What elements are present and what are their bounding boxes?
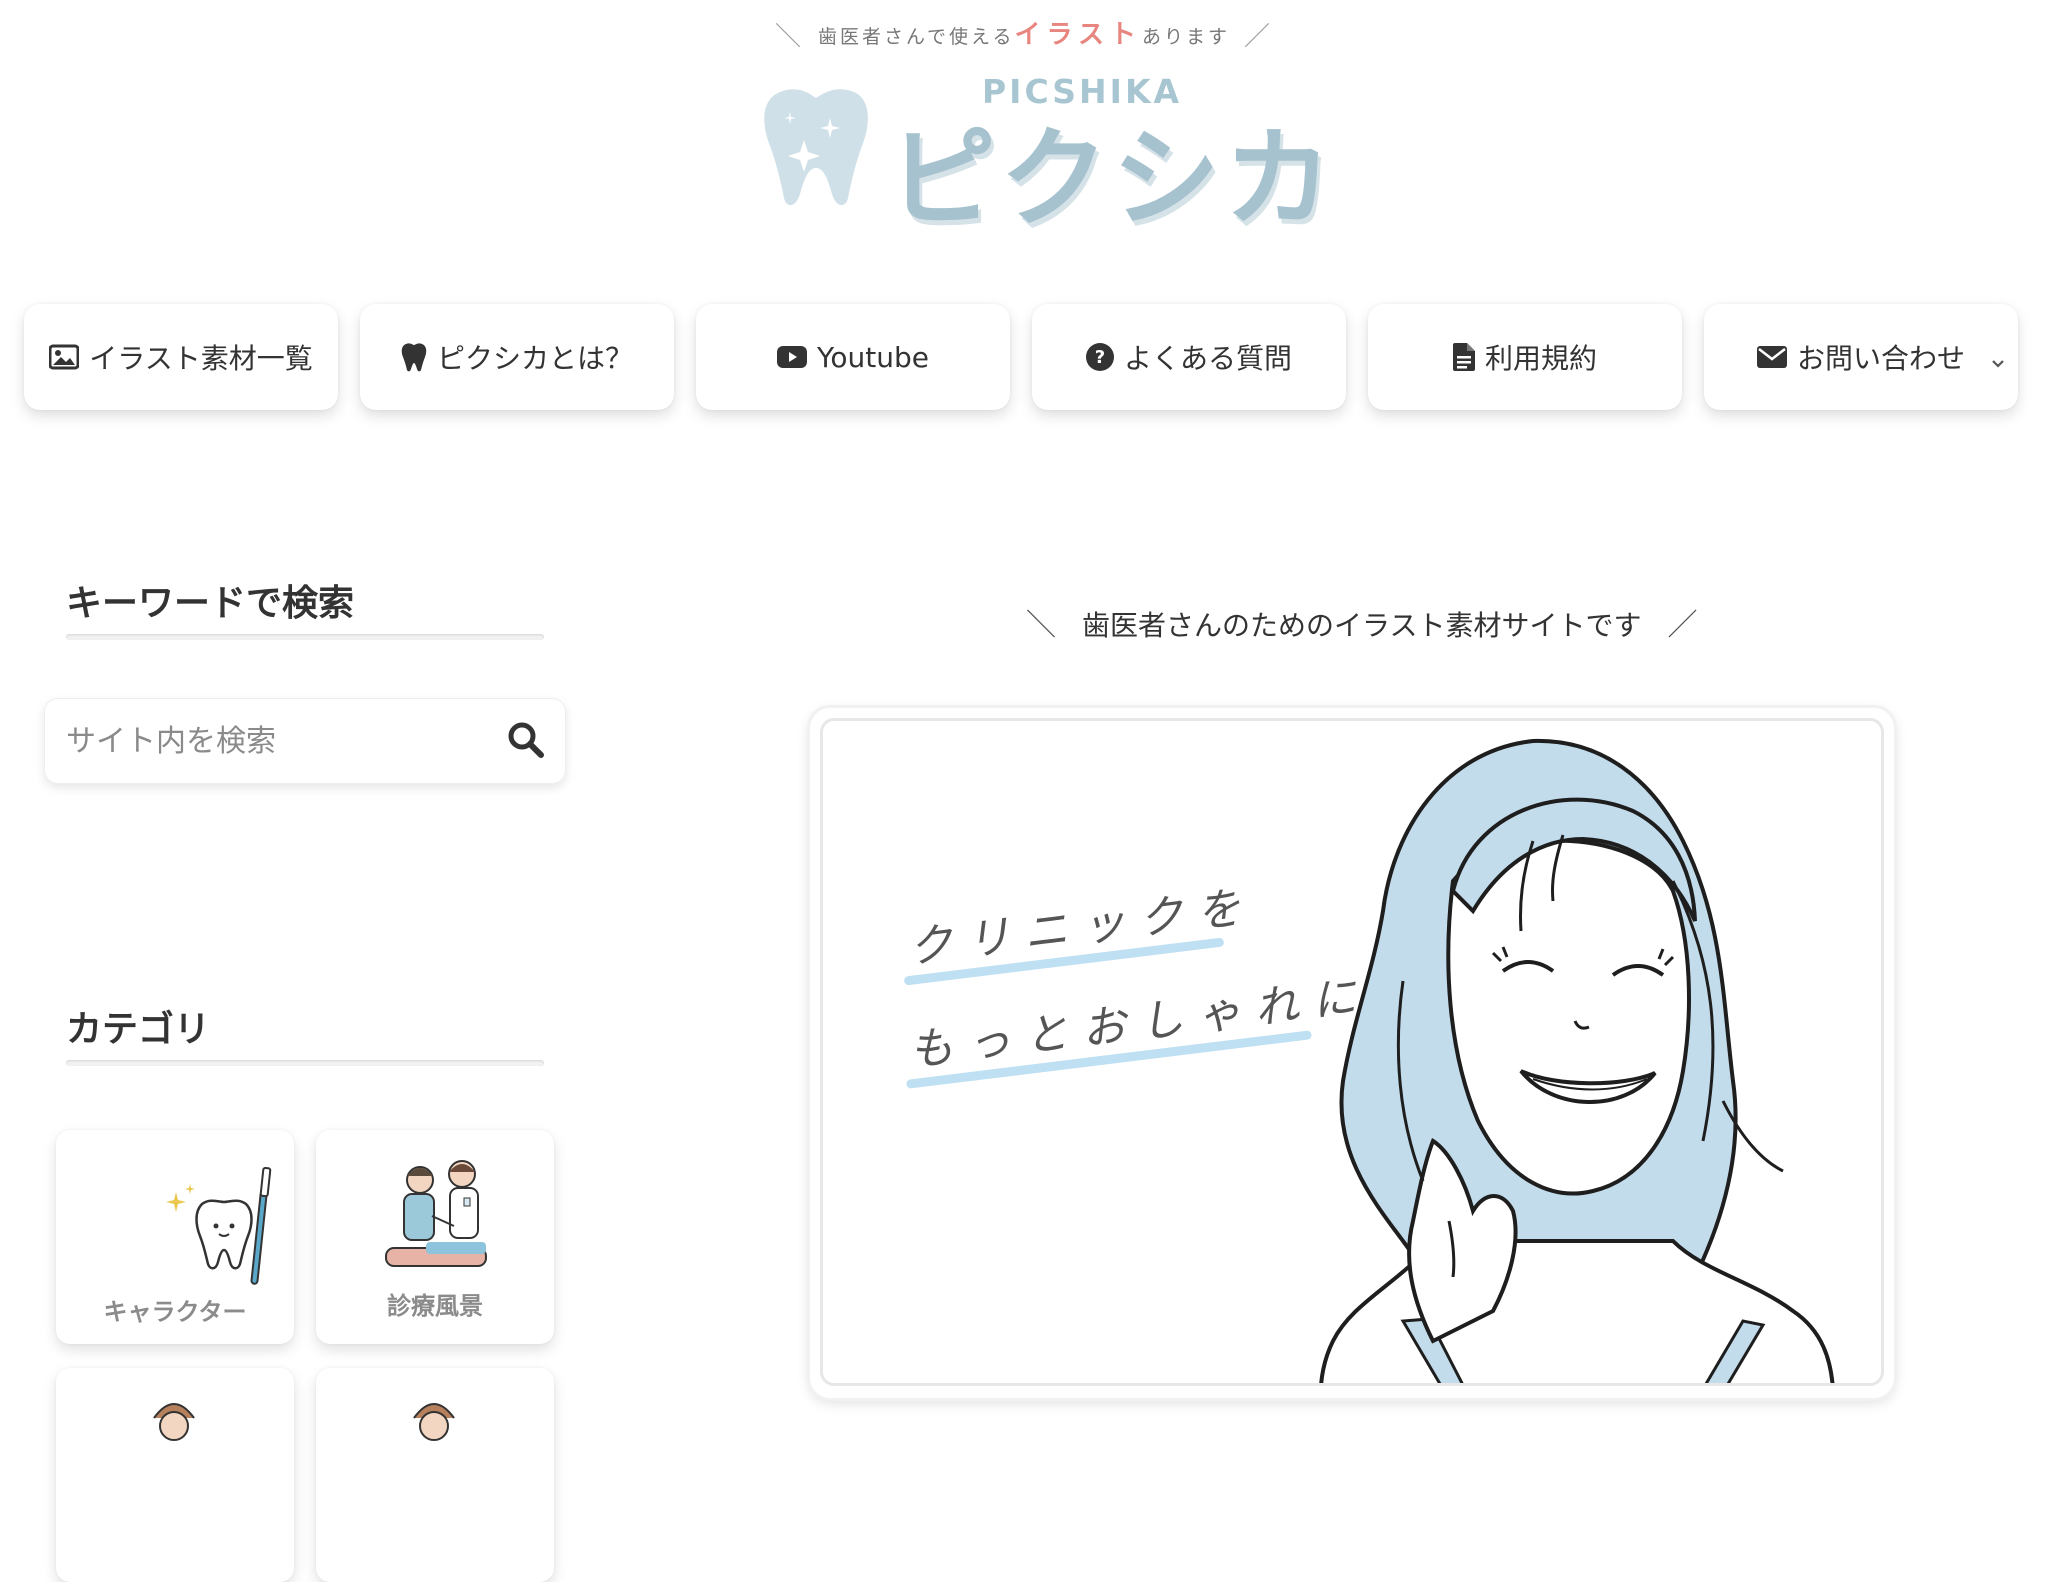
nav-item-illustrations[interactable]: イラスト素材一覧 [24,304,338,410]
nav-item-youtube[interactable]: Youtube [696,304,1010,410]
search-form [44,698,566,784]
lead-text: 歯医者さんのためのイラスト素材サイトです [1082,609,1642,642]
lead-slash-left: ＼ [1026,608,1056,643]
nav-item-label: よくある質問 [1123,342,1292,375]
question-circle-icon: ? [1085,343,1114,371]
nav-item-label: 利用規約 [1484,342,1597,375]
search-button[interactable] [506,720,550,764]
category-card-4[interactable] [316,1368,554,1582]
category-widget-divider [66,1060,544,1066]
lead-slash-right: ／ [1667,608,1698,643]
nav-item-label: ピクシカとは？ [436,342,633,375]
site-tagline: ＼ 歯医者さんで使えるイラストあります ／ [0,14,2048,53]
envelope-icon [1756,346,1787,368]
chevron-down-icon[interactable] [1990,344,2006,377]
person-illustration [413,1403,455,1441]
tooth-logo-icon [764,89,868,206]
category-card-character[interactable]: キャラクター [56,1130,294,1344]
category-widget-title: カテゴリ [66,1009,211,1050]
nav-item-contact[interactable]: お問い合わせ [1704,304,2018,410]
search-input[interactable] [64,712,488,770]
nav-item-label: Youtube [817,340,929,374]
search-widget-title: キーワードで検索 [66,583,355,624]
tooth-icon [401,342,427,372]
tagline-slash-right: ／ [1243,22,1273,52]
tagline-suffix: あります [1141,26,1230,48]
document-icon [1452,343,1475,371]
nav-item-label: イラスト素材一覧 [89,342,313,375]
tagline-accent: イラスト [1014,20,1142,50]
nav-item-terms[interactable]: 利用規約 [1368,304,1682,410]
tooth-character-illustration [166,1166,272,1285]
clinic-scene-illustration [385,1160,487,1267]
category-label: キャラクター [103,1298,247,1326]
logo-title: ピクシカ [888,117,1337,242]
site-logo[interactable]: PICSHIKA ピクシカ [760,64,1332,242]
nav-item-label: お問い合わせ [1796,342,1965,375]
nav-item-about[interactable]: ピクシカとは？ [360,304,674,410]
nav-item-faq[interactable]: ? よくある質問 [1032,304,1346,410]
category-card-3[interactable] [56,1368,294,1582]
category-label: 診療風景 [387,1292,483,1320]
hero-banner[interactable]: クリニックを もっとおしゃれに [810,708,1894,1398]
search-widget-divider [66,634,544,640]
image-icon [49,344,80,370]
search-icon [508,722,544,758]
site-lead: ＼ 歯医者さんのためのイラスト素材サイトです ／ [1000,600,1700,644]
hero-frame: クリニックを もっとおしゃれに [820,718,1884,1386]
tagline-slash-left: ＼ [774,22,804,52]
tagline-prefix: 歯医者さんで使える [818,26,1015,48]
category-card-clinic-scene[interactable]: 診療風景 [316,1130,554,1344]
svg-text:?: ? [1095,347,1105,368]
youtube-icon [777,346,807,368]
person-illustration [153,1403,195,1441]
smiling-woman-illustration [1319,738,1835,1383]
